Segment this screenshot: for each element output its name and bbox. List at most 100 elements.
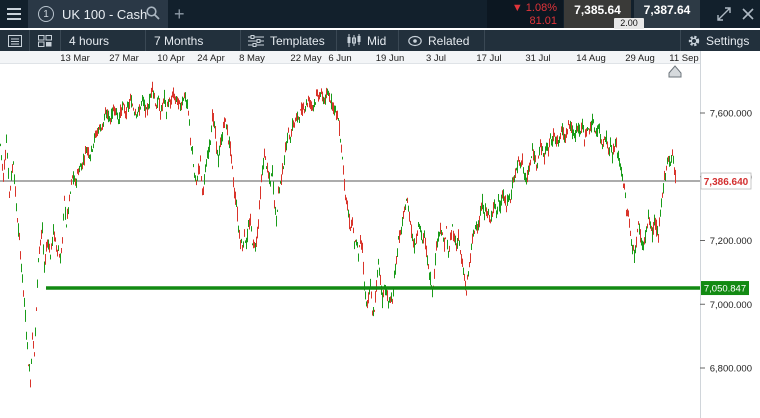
candle-body	[425, 241, 426, 246]
layout-grid-icon[interactable]	[38, 30, 52, 51]
candle-body	[113, 108, 114, 111]
candle-body	[507, 197, 508, 205]
candle-body	[273, 183, 274, 191]
candle-body	[66, 225, 67, 227]
candle-body	[318, 96, 319, 100]
candle-body	[606, 135, 607, 144]
price-type-label: Mid	[367, 33, 387, 48]
candle-body	[98, 128, 99, 133]
candle-body	[653, 223, 654, 232]
candle-body	[344, 179, 345, 188]
candle-body	[576, 125, 577, 133]
interval-selector[interactable]: 4 hours	[69, 30, 109, 51]
candle-body	[637, 229, 638, 231]
candle-body	[252, 244, 253, 246]
candle-body	[48, 241, 49, 245]
candle-body	[657, 230, 658, 232]
candle-body	[597, 128, 598, 134]
candle-body	[237, 211, 238, 218]
candle-body	[289, 138, 290, 140]
chart-canvas[interactable]: 13 Mar 27 Mar 10 Apr 24 Apr 8 May 22 May 6 Jun…	[0, 51, 760, 418]
candle-body	[313, 105, 314, 109]
candle-body	[192, 150, 193, 155]
candle-body	[157, 99, 158, 107]
candle-body	[37, 279, 38, 288]
candle-body	[323, 99, 324, 103]
candle-body	[43, 248, 44, 251]
candle-body	[186, 101, 187, 104]
candle-body	[593, 121, 594, 123]
candle-body	[266, 166, 267, 168]
close-icon[interactable]	[740, 6, 756, 22]
candle-body	[111, 111, 112, 121]
candle-body	[627, 209, 628, 215]
candle-body	[209, 140, 210, 148]
instrument-tab[interactable]: 1 UK 100 - Cash	[28, 0, 168, 28]
candle-body	[163, 99, 164, 101]
candle-body	[0, 144, 1, 146]
candle-body	[21, 267, 22, 269]
candle-body	[60, 257, 61, 264]
candle-body	[367, 303, 368, 306]
candle-body	[127, 105, 128, 107]
candle-body	[610, 141, 611, 143]
candle-body	[501, 196, 502, 206]
search-icon[interactable]	[146, 6, 160, 23]
candle-body	[306, 101, 307, 105]
candle-body	[18, 227, 19, 233]
candle-body	[496, 211, 497, 216]
candle-body	[441, 234, 442, 236]
candle-body	[362, 246, 363, 249]
candle-body	[335, 106, 336, 110]
candle-body	[39, 249, 40, 251]
chart-list-icon[interactable]	[8, 30, 22, 51]
candle-body	[65, 209, 66, 216]
candle-body	[408, 206, 409, 212]
candle-body	[249, 223, 250, 228]
candle-body	[495, 204, 496, 208]
candle-body	[529, 166, 530, 170]
candle-body	[69, 196, 70, 200]
candle-body	[240, 240, 241, 246]
candle-body	[347, 204, 348, 209]
candle-body	[290, 141, 291, 143]
candle-body	[463, 272, 464, 274]
range-selector[interactable]: 7 Months	[154, 30, 203, 51]
add-tab-icon[interactable]: +	[174, 5, 185, 23]
candle-body	[23, 290, 24, 293]
candle-body	[609, 148, 610, 153]
price-type-button[interactable]: Mid	[346, 30, 386, 51]
candle-body	[461, 257, 462, 260]
candle-body	[287, 135, 288, 143]
candle-body	[452, 225, 453, 227]
settings-button[interactable]: Settings	[687, 30, 749, 51]
templates-button[interactable]: Templates	[248, 30, 325, 51]
popout-icon[interactable]	[716, 6, 732, 22]
candle-body	[638, 222, 639, 224]
candle-body	[101, 127, 102, 129]
candle-body	[379, 268, 380, 272]
candle-body	[61, 249, 62, 253]
candle-body	[229, 140, 230, 146]
candle-body	[233, 181, 234, 184]
candle-body	[575, 130, 576, 138]
candle-body	[91, 146, 92, 151]
candle-body	[567, 131, 568, 133]
related-button[interactable]: Related	[408, 30, 469, 51]
price-chart[interactable]: 13 Mar 27 Mar 10 Apr 24 Apr 8 May 22 May 6 Jun…	[0, 51, 760, 418]
candle-body	[80, 165, 81, 167]
hamburger-menu-icon[interactable]	[0, 0, 28, 28]
candle-body	[400, 231, 401, 233]
candle-body	[232, 166, 233, 168]
candle-body	[445, 238, 446, 240]
candle-body	[182, 99, 183, 103]
candle-body	[368, 293, 369, 303]
candle-body	[522, 154, 523, 161]
candle-body	[464, 277, 465, 279]
candle-body	[316, 93, 317, 96]
candle-body	[95, 132, 96, 135]
candle-body	[458, 233, 459, 237]
candle-body	[595, 131, 596, 134]
candle-body	[510, 202, 511, 204]
candle-body	[642, 243, 643, 248]
